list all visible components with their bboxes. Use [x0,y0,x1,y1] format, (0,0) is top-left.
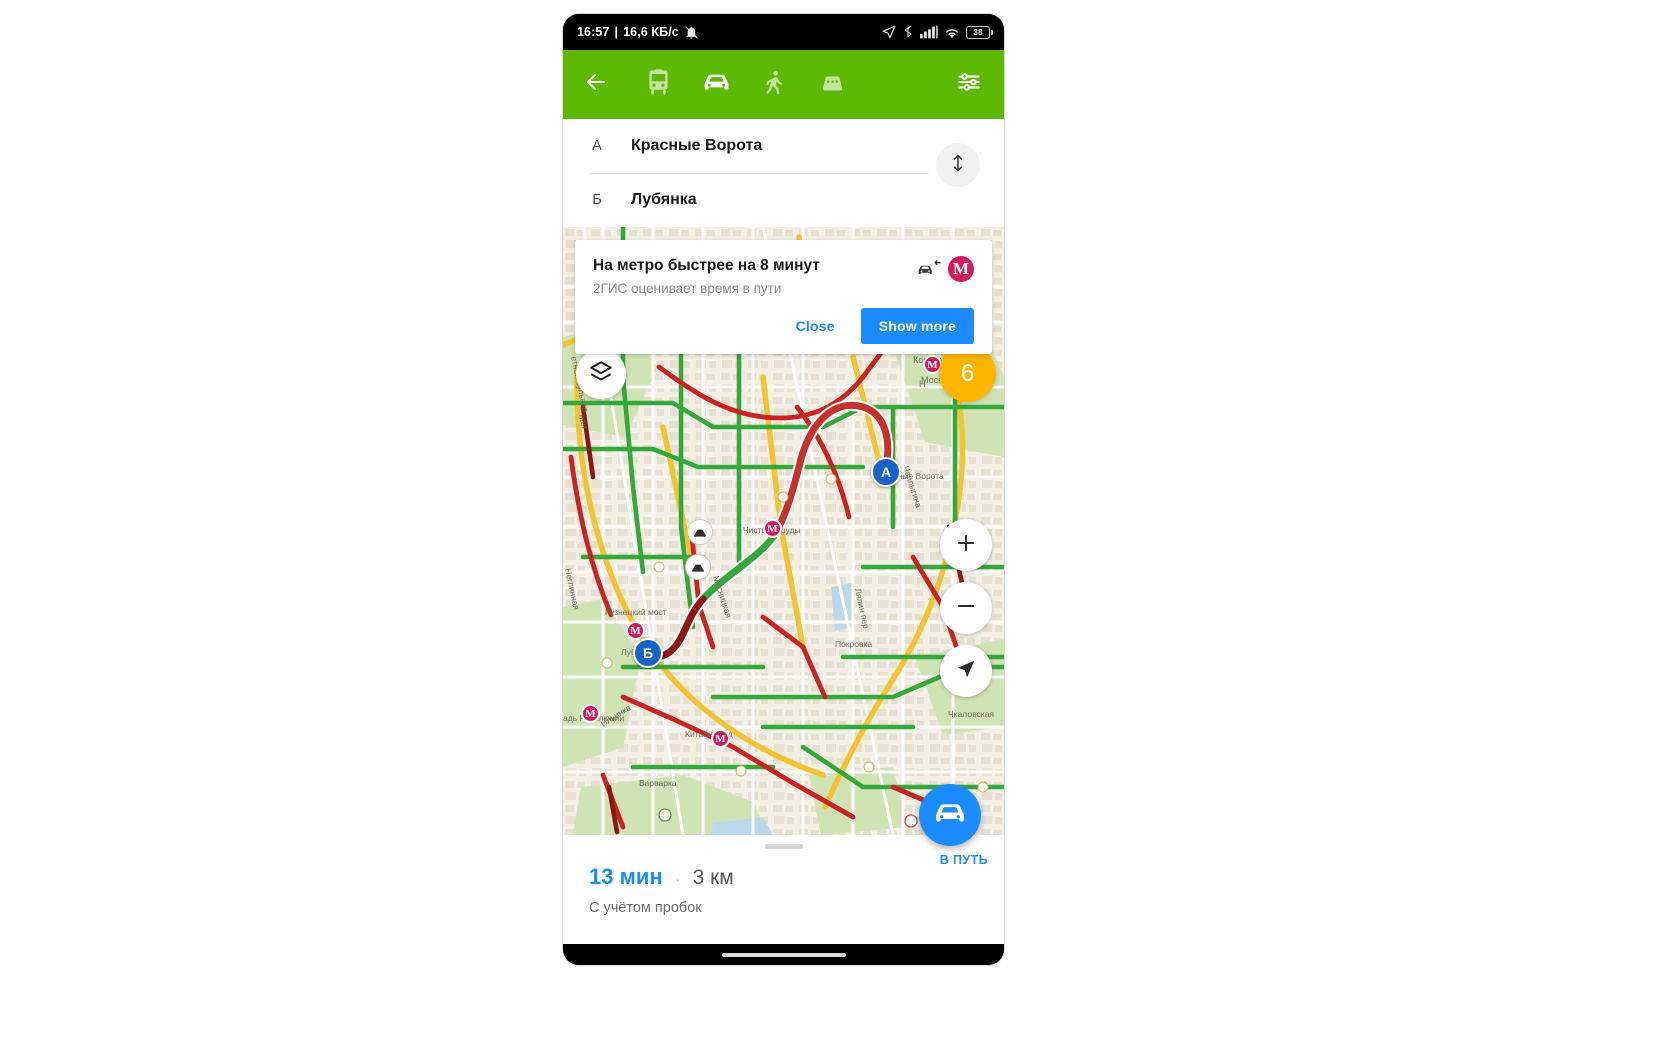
my-location-button[interactable] [940,645,992,697]
network-speed: 16,6 КБ/с [623,25,679,39]
back-arrow-icon [584,70,608,99]
sliders-icon [956,69,982,100]
metro-icon: М [948,256,974,282]
metro-suggestion-card: На метро быстрее на 8 минут 2ГИС оценива… [575,240,992,354]
screenshot-canvas: 16:57 | 16,6 КБ/с 38 А Красные Ворота Б … [0,0,1680,1047]
metrics-separator: · [675,871,681,889]
traffic-camera-icon [685,554,711,580]
mode-taxi[interactable] [803,57,861,113]
notification-icons: М [916,256,974,282]
route-to-row[interactable]: Б Лубянка [563,173,1004,227]
car-compare-icon [916,257,942,282]
route-distance: 3 км [692,866,734,889]
svg-text:Варварка: Варварка [639,778,677,788]
mode-public-transport[interactable] [629,57,687,113]
route-to-input[interactable]: Лубянка [631,191,697,209]
cellular-signal-icon [920,25,938,39]
phone-frame: 16:57 | 16,6 КБ/с 38 А Красные Ворота Б … [563,14,1004,965]
start-navigation-button[interactable] [919,784,981,846]
route-settings-button[interactable] [934,69,1004,100]
taxi-icon [818,68,847,102]
svg-text:Н: Н [919,379,926,389]
car-icon [701,67,732,103]
top-toolbar [563,50,1004,119]
route-metrics: 13 мин · 3 км [589,864,734,890]
system-navigation-bar [563,944,1004,965]
metro-station-icon: М [763,519,782,538]
minus-icon [954,594,978,623]
layers-icon [588,359,614,390]
location-arrow-icon [882,25,896,39]
sheet-drag-handle[interactable] [764,844,803,849]
pedestrian-icon [761,69,788,101]
back-button[interactable] [563,70,629,99]
home-indicator[interactable] [721,952,846,957]
battery-level: 38 [973,27,983,37]
metro-station-icon: М [626,621,645,640]
route-traffic-note: С учётом пробок [589,900,702,916]
marker-a-label: А [880,464,892,480]
swap-endpoints-button[interactable] [936,143,980,187]
status-bar-right: 38 [882,25,993,39]
notification-subtitle: 2ГИС оценивает время в пути [593,281,782,296]
zoom-in-button[interactable] [940,519,992,571]
navigation-arrow-icon [955,658,977,685]
traffic-camera-icon [687,519,713,545]
map-view[interactable]: Сухаревская Садовая-Спасская Дараганова … [563,227,1004,835]
metro-station-icon: М [711,729,730,748]
route-to-letter: Б [592,192,602,208]
svg-text:Чкаловская: Чкаловская [948,709,994,719]
notification-actions: Close Show more [593,308,974,344]
start-navigation-label[interactable]: В ПУТЬ [940,853,988,867]
map-layers-button[interactable] [576,349,626,399]
swap-vertical-icon [948,153,968,178]
route-inputs: А Красные Ворота Б Лубянка [563,119,1004,227]
mode-walk[interactable] [745,57,803,113]
car-icon [932,795,968,836]
show-more-button[interactable]: Show more [860,308,974,344]
wifi-icon [944,26,960,39]
bluetooth-icon [902,25,914,39]
status-bar-left: 16:57 | 16,6 КБ/с [577,25,699,40]
mode-car[interactable] [687,57,745,113]
status-separator: | [614,25,619,39]
status-time: 16:57 [577,25,610,39]
status-bar: 16:57 | 16,6 КБ/с 38 [563,14,1004,50]
route-from-letter: А [592,138,602,154]
metro-station-icon: М [581,704,600,723]
marker-a[interactable]: А [871,457,901,487]
plus-icon [954,531,978,560]
svg-text:Кузнецкий мост: Кузнецкий мост [605,607,667,617]
traffic-score-value: 6 [960,359,975,387]
route-duration: 13 мин [589,864,663,889]
route-from-input[interactable]: Красные Ворота [631,137,762,155]
close-button[interactable]: Close [780,309,851,343]
marker-b-label: Б [642,645,654,661]
svg-text:Покровка: Покровка [835,639,872,649]
route-summary: 13 мин · 3 км С учётом пробок [589,864,734,916]
transport-modes [629,57,934,113]
bus-icon [644,68,673,102]
battery-indicator: 38 [966,25,993,39]
mute-notifications-icon [684,25,699,40]
zoom-out-button[interactable] [940,582,992,634]
route-summary-sheet[interactable]: 13 мин · 3 км С учётом пробок [563,835,1004,944]
marker-b[interactable]: Б [633,638,663,668]
metro-glyph: М [952,259,970,278]
